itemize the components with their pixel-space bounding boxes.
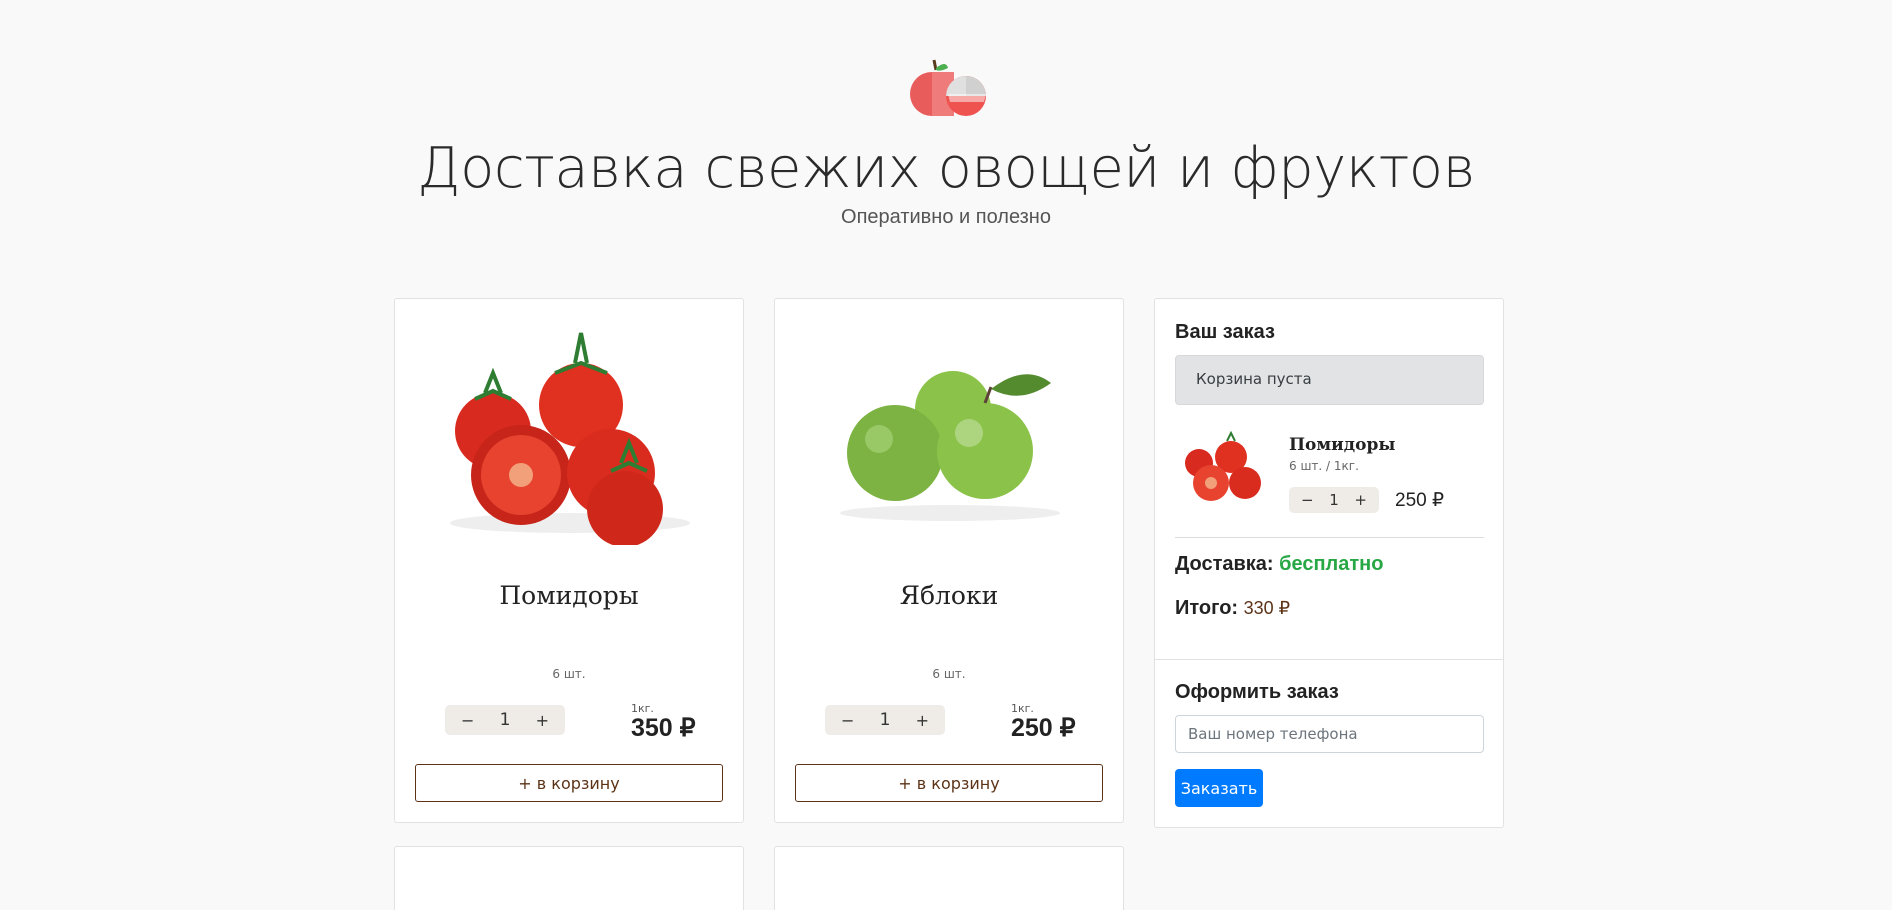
empty-cart-alert: Корзина пуста — [1175, 355, 1484, 405]
add-to-cart-button[interactable]: + в корзину — [795, 764, 1103, 802]
product-name: Помидоры — [499, 581, 639, 610]
product-count: 6 шт. — [932, 667, 966, 681]
checkout-title: Оформить заказ — [1175, 681, 1339, 703]
cart-item-meta: 6 шт. / 1кг. — [1289, 459, 1359, 473]
delivery-label: Доставка: — [1175, 553, 1274, 575]
increment-button[interactable]: + — [1354, 491, 1367, 509]
decrement-button[interactable]: − — [1301, 491, 1314, 509]
order-panel: Ваш заказ Корзина пуста Помидоры 6 шт. /… — [1154, 298, 1504, 828]
submit-order-button[interactable]: Заказать — [1175, 769, 1263, 807]
product-card-apples: Яблоки 6 шт. − 1 + 1кг. 250 ₽ + в корзин… — [774, 298, 1124, 823]
quantity-value: 1 — [1329, 491, 1339, 509]
delivery-line: Доставка: бесплатно — [1175, 553, 1383, 576]
cart-item-price: 250 ₽ — [1395, 490, 1445, 511]
logo-icon — [908, 58, 990, 120]
decrement-button[interactable]: − — [841, 711, 854, 730]
total-value: 330 ₽ — [1243, 598, 1291, 618]
divider — [1155, 659, 1503, 660]
quantity-stepper: − 1 + — [445, 705, 565, 735]
product-count: 6 шт. — [552, 667, 586, 681]
product-price: 250 ₽ — [1011, 714, 1076, 742]
product-name: Яблоки — [899, 581, 999, 610]
increment-button[interactable]: + — [536, 711, 549, 730]
tomatoes-image — [450, 332, 690, 545]
product-card-tomatoes: Помидоры 6 шт. − 1 + 1кг. 350 ₽ + в корз… — [394, 298, 744, 823]
decrement-button[interactable]: − — [461, 711, 474, 730]
add-to-cart-button[interactable]: + в корзину — [415, 764, 723, 802]
divider — [1175, 537, 1484, 538]
product-card — [774, 846, 1124, 910]
quantity-value: 1 — [879, 710, 891, 730]
product-card — [394, 846, 744, 910]
total-label: Итого: — [1175, 597, 1239, 619]
cart-item-image — [1185, 430, 1261, 501]
product-price: 350 ₽ — [631, 714, 696, 742]
page-subtitle: Оперативно и полезно — [841, 206, 1051, 228]
quantity-value: 1 — [499, 710, 511, 730]
cart-item-name: Помидоры — [1289, 435, 1396, 455]
apples-image — [840, 371, 1060, 521]
increment-button[interactable]: + — [916, 711, 929, 730]
delivery-value: бесплатно — [1279, 553, 1384, 575]
quantity-stepper: − 1 + — [825, 705, 945, 735]
order-title: Ваш заказ — [1175, 321, 1275, 343]
page-title: Доставка свежих овощей и фруктов — [417, 136, 1475, 201]
phone-input[interactable] — [1175, 715, 1484, 753]
cart-quantity-stepper: − 1 + — [1289, 487, 1379, 513]
total-line: Итого: 330 ₽ — [1175, 597, 1290, 620]
